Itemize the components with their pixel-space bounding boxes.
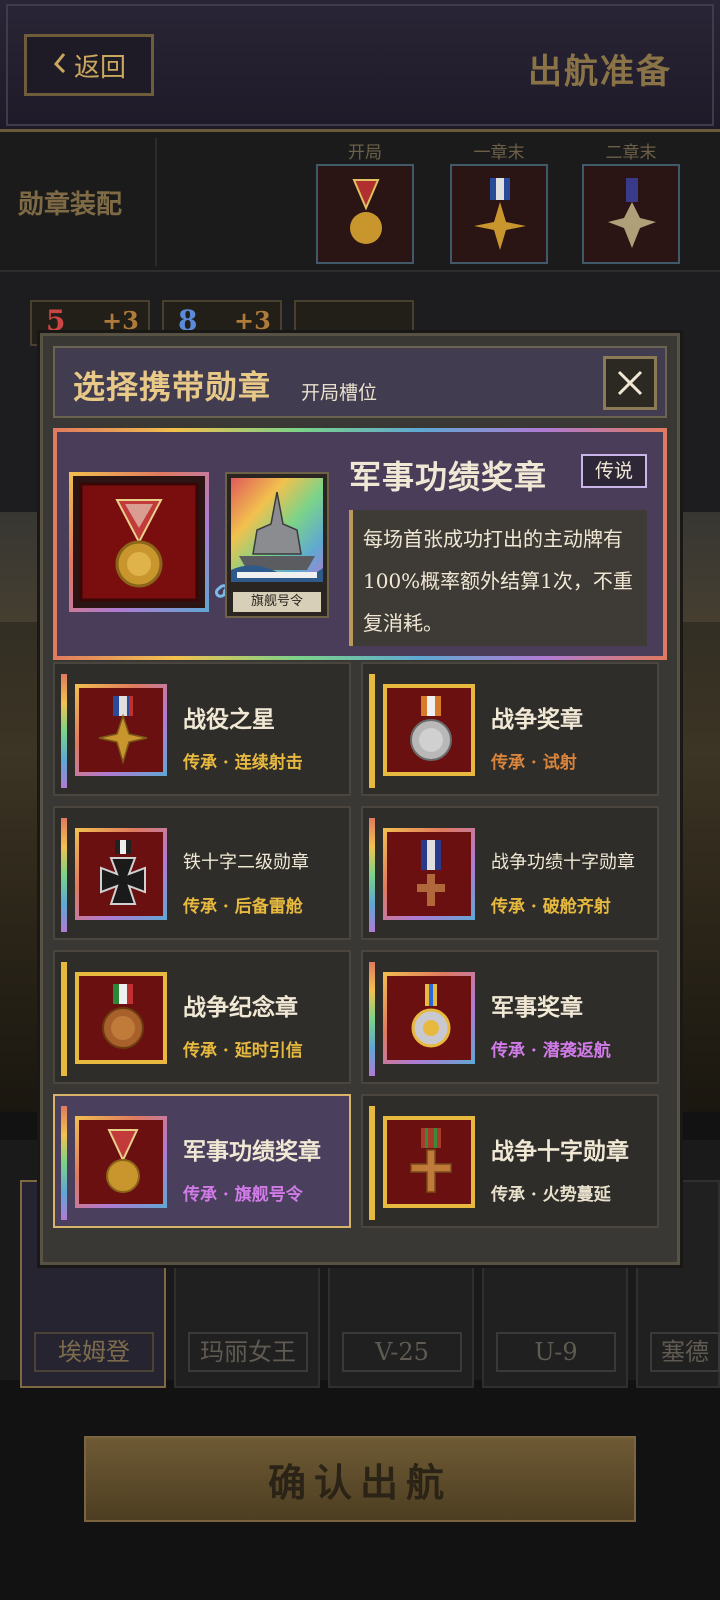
medal-inherit: 传承 · 潜袭返航 bbox=[491, 1041, 611, 1061]
rarity-bar bbox=[369, 818, 375, 932]
medal-slot-start[interactable] bbox=[316, 164, 414, 264]
top-bar: 返回 出航准备 bbox=[0, 0, 720, 132]
rarity-bar bbox=[369, 674, 375, 788]
medal-option[interactable]: 战争奖章 传承 · 试射 bbox=[361, 662, 659, 796]
medal-icon bbox=[608, 178, 656, 248]
ship-name: 塞德 bbox=[650, 1332, 720, 1372]
badge-bonus: +3 bbox=[234, 306, 271, 335]
medal-name: 战争功绩十字勋章 bbox=[491, 852, 635, 873]
medal-icon bbox=[102, 984, 144, 1049]
rarity-bar bbox=[61, 674, 67, 788]
ship-name: U-9 bbox=[496, 1332, 616, 1372]
confirm-sail-button[interactable]: 确认出航 bbox=[84, 1436, 636, 1522]
medal-frame bbox=[75, 684, 167, 776]
divider bbox=[155, 138, 157, 266]
ship-name: V-25 bbox=[342, 1332, 462, 1372]
ship-name: 玛丽女王 bbox=[188, 1332, 308, 1372]
medal-icon bbox=[410, 1128, 452, 1193]
medal-frame bbox=[75, 1116, 167, 1208]
medal-frame bbox=[383, 1116, 475, 1208]
dialog-title: 选择携带勋章 bbox=[73, 368, 272, 406]
medal-name: 军事功绩奖章 bbox=[183, 1138, 321, 1165]
medal-inherit: 传承 · 旗舰号令 bbox=[183, 1185, 303, 1205]
medal-icon bbox=[417, 840, 445, 906]
medal-name: 战争奖章 bbox=[491, 706, 583, 733]
ship-name: 埃姆登 bbox=[34, 1332, 154, 1372]
close-button[interactable] bbox=[603, 356, 657, 410]
medal-frame bbox=[75, 828, 167, 920]
medal-icon bbox=[350, 179, 382, 244]
medal-name: 铁十字二级勋章 bbox=[183, 852, 309, 873]
medal-slot-chapter1[interactable] bbox=[450, 164, 548, 264]
medal-inherit: 传承 · 延时引信 bbox=[183, 1041, 303, 1061]
medal-frame bbox=[383, 828, 475, 920]
medal-option-selected[interactable]: 军事功绩奖章 传承 · 旗舰号令 bbox=[53, 1094, 351, 1228]
medal-option[interactable]: 铁十字二级勋章 传承 · 后备雷舱 bbox=[53, 806, 351, 940]
rarity-bar bbox=[61, 962, 67, 1076]
medal-inherit: 传承 · 火势蔓延 bbox=[491, 1185, 611, 1205]
medal-inherit: 传承 · 连续射击 bbox=[183, 753, 303, 773]
dialog-header: 选择携带勋章 开局槽位 bbox=[53, 346, 667, 418]
medal-option[interactable]: 战役之星 传承 · 连续射击 bbox=[53, 662, 351, 796]
medal-icon bbox=[411, 984, 451, 1048]
medal-name: 战役之星 bbox=[183, 706, 275, 733]
medal-inherit: 传承 · 试射 bbox=[491, 753, 577, 773]
medal-option[interactable]: 战争功绩十字勋章 传承 · 破舱齐射 bbox=[361, 806, 659, 940]
medal-frame bbox=[75, 972, 167, 1064]
featured-medal-name: 军事功绩奖章 bbox=[349, 458, 548, 496]
medal-icon bbox=[106, 1129, 140, 1193]
featured-medal-frame bbox=[69, 472, 209, 612]
card-label: 旗舰号令 bbox=[233, 592, 321, 612]
medal-inherit: 传承 · 后备雷舱 bbox=[183, 897, 303, 917]
battleship-icon bbox=[231, 478, 323, 582]
medal-setup-title: 勋章装配 bbox=[18, 190, 123, 220]
page-title: 出航准备 bbox=[528, 52, 672, 92]
back-button[interactable]: 返回 bbox=[24, 34, 154, 96]
medal-slot-chapter2[interactable] bbox=[582, 164, 680, 264]
medal-setup-row: 勋章装配 开局 一章末 二章末 bbox=[0, 132, 720, 272]
medal-select-dialog: 选择携带勋章 开局槽位 旗舰号令 军事功绩奖章 传说 每场首张成功打出的主动牌有… bbox=[40, 333, 680, 1265]
rarity-bar bbox=[61, 818, 67, 932]
medal-option[interactable]: 战争十字勋章 传承 · 火势蔓延 bbox=[361, 1094, 659, 1228]
medal-icon bbox=[410, 696, 452, 761]
dialog-subtitle: 开局槽位 bbox=[301, 382, 378, 404]
rarity-bar bbox=[369, 1106, 375, 1220]
medal-option[interactable]: 战争纪念章 传承 · 延时引信 bbox=[53, 950, 351, 1084]
rarity-badge: 传说 bbox=[581, 454, 647, 488]
slot-label-start: 开局 bbox=[348, 143, 382, 163]
medal-name: 战争纪念章 bbox=[183, 994, 298, 1021]
medal-frame bbox=[383, 684, 475, 776]
medal-inherit: 传承 · 破舱齐射 bbox=[491, 897, 611, 917]
slot-label-ch2: 二章末 bbox=[605, 143, 657, 163]
close-icon bbox=[617, 370, 643, 396]
medal-name: 军事奖章 bbox=[491, 994, 583, 1021]
medal-icon bbox=[100, 840, 146, 905]
medal-icon bbox=[474, 178, 526, 250]
back-label: 返回 bbox=[73, 52, 126, 83]
medal-option[interactable]: 军事奖章 传承 · 潜袭返航 bbox=[361, 950, 659, 1084]
slot-label-ch1: 一章末 bbox=[473, 143, 525, 163]
medal-name: 战争十字勋章 bbox=[491, 1138, 629, 1165]
medal-icon bbox=[98, 696, 148, 765]
rarity-bar bbox=[369, 962, 375, 1076]
featured-medal-panel: 旗舰号令 军事功绩奖章 传说 每场首张成功打出的主动牌有100%概率额外结算1次… bbox=[53, 428, 667, 660]
flagship-command-card: 旗舰号令 bbox=[225, 472, 329, 618]
rarity-bar bbox=[61, 1106, 67, 1220]
badge-bonus: +3 bbox=[102, 306, 139, 335]
medal-frame bbox=[383, 972, 475, 1064]
chevron-left-icon bbox=[52, 50, 68, 80]
featured-medal-description: 每场首张成功打出的主动牌有100%概率额外结算1次，不重复消耗。 bbox=[349, 510, 647, 646]
medal-icon bbox=[79, 482, 199, 602]
